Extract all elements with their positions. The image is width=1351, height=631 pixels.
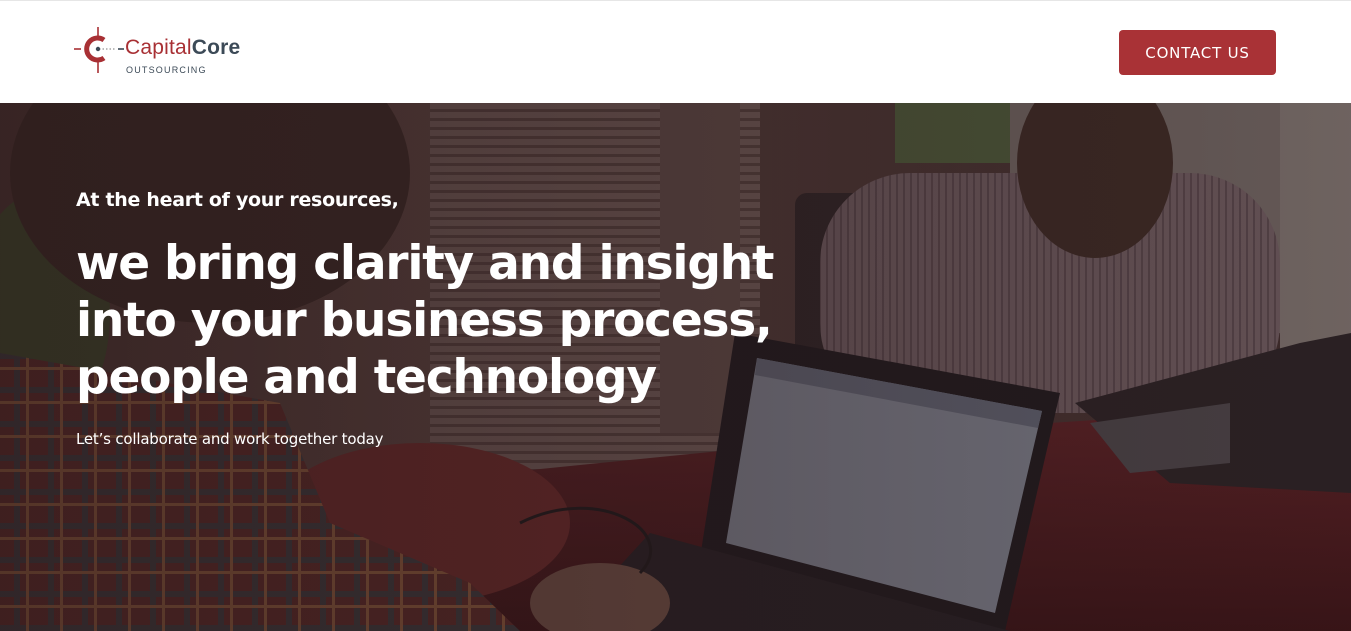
headline-line: people and technology	[76, 350, 657, 405]
contact-us-button[interactable]: CONTACT US	[1119, 30, 1276, 75]
crosshair-logo-icon	[74, 27, 124, 73]
logo-subtitle: OUTSOURCING	[126, 65, 207, 75]
hero-section: At the heart of your resources, we bring…	[0, 103, 1351, 631]
logo-word-capital: Capital	[125, 36, 192, 59]
headline-line: into your business process,	[76, 293, 773, 348]
site-header: CapitalCore OUTSOURCING CONTACT US	[0, 0, 1351, 103]
logo-wordmark: CapitalCore	[125, 37, 240, 59]
hero-eyebrow: At the heart of your resources,	[76, 189, 399, 211]
hero-tagline: Let’s collaborate and work together toda…	[76, 430, 384, 448]
hero-headline: we bring clarity and insight into your b…	[76, 235, 796, 406]
headline-line: we bring clarity and insight	[76, 236, 775, 291]
capitalcore-logo[interactable]: CapitalCore OUTSOURCING	[74, 25, 264, 77]
logo-word-core: Core	[191, 36, 241, 59]
